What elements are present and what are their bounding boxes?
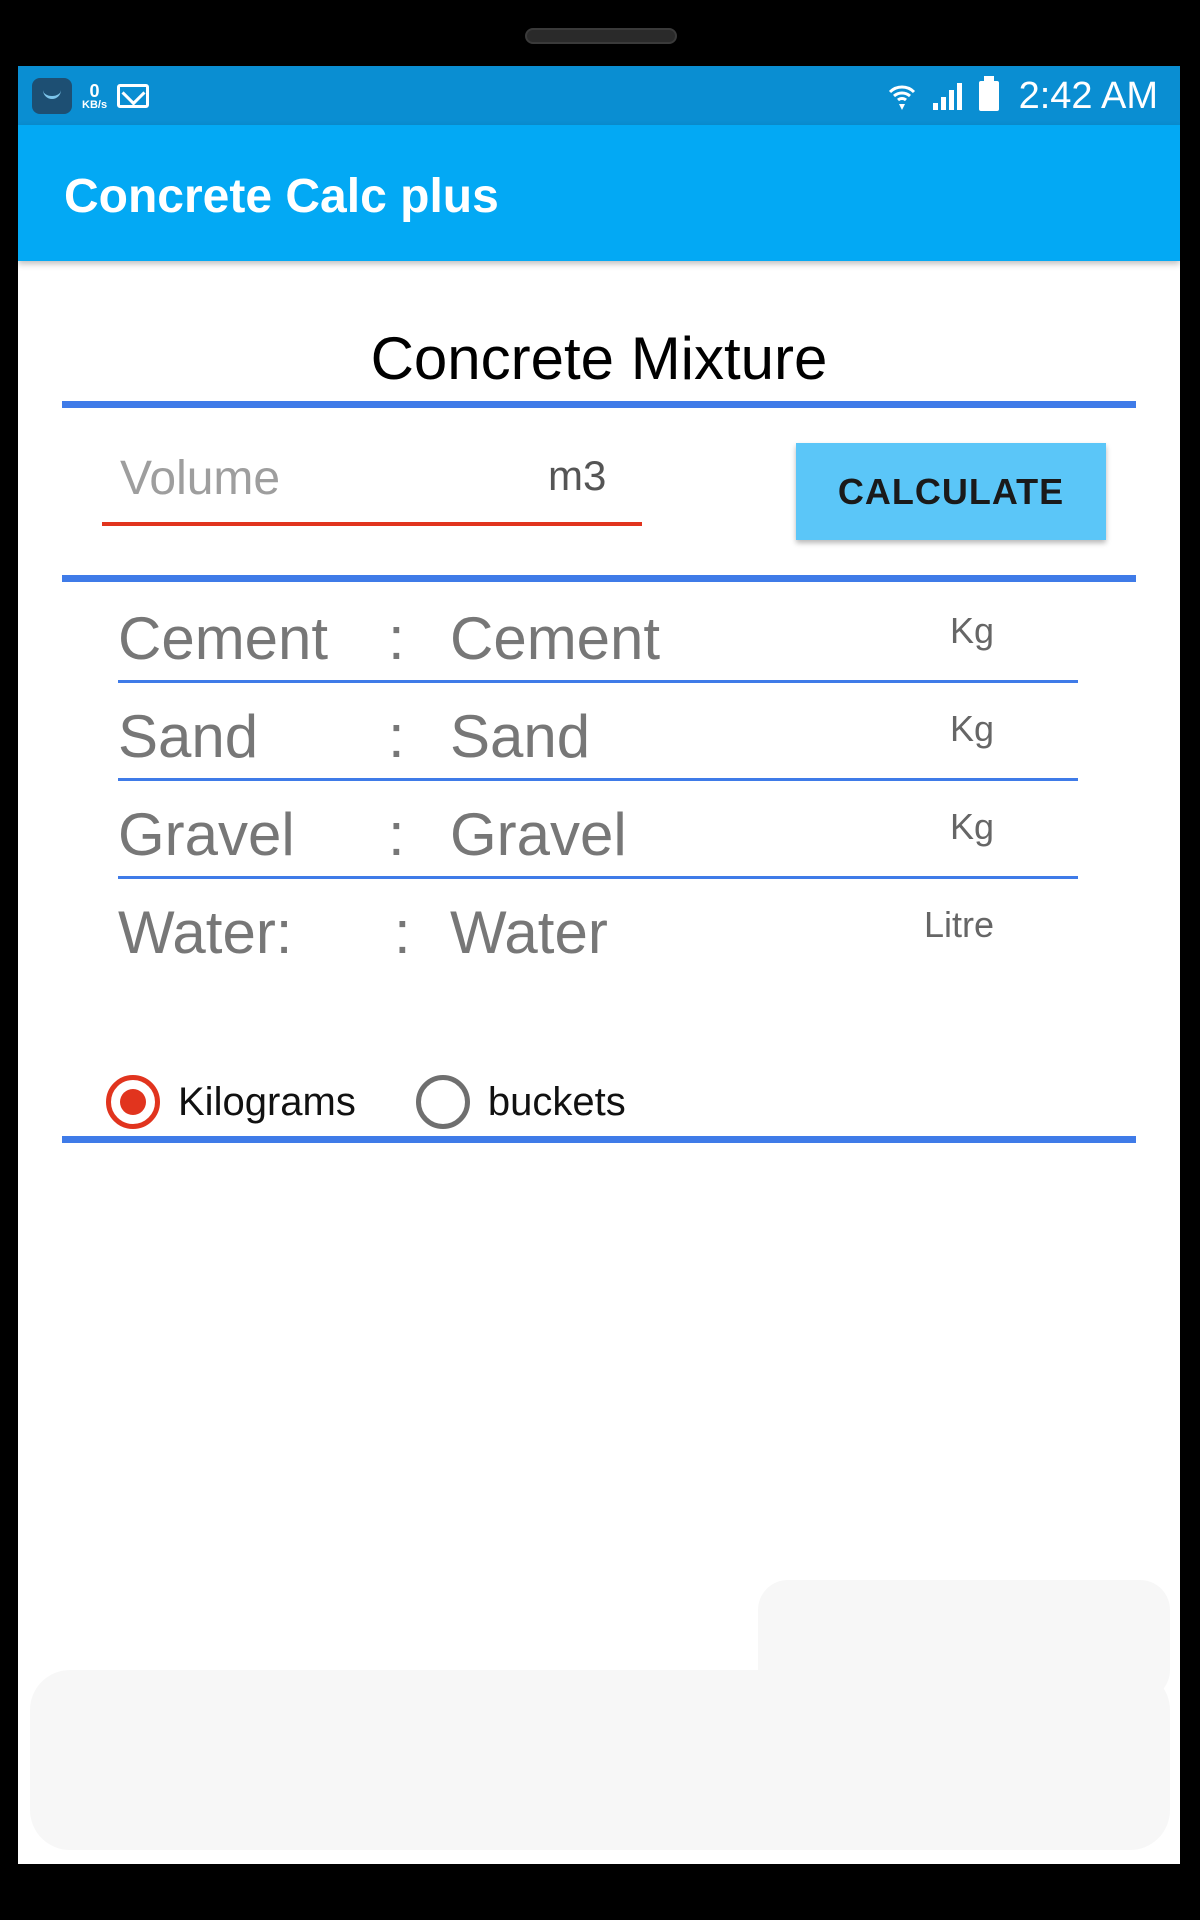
result-row-sand: Sand : Sand Kg bbox=[118, 694, 1078, 781]
gravel-label: Gravel bbox=[118, 801, 295, 868]
shopping-bag-icon bbox=[32, 78, 72, 114]
radio-unchecked-icon[interactable] bbox=[415, 1075, 470, 1129]
sand-colon: : bbox=[388, 703, 405, 770]
cement-colon: : bbox=[388, 605, 405, 672]
cement-label: Cement bbox=[118, 605, 329, 672]
volume-input[interactable] bbox=[120, 448, 440, 508]
result-row-water: Water: : Water Litre bbox=[118, 890, 1078, 974]
calculate-button[interactable]: CALCULATE bbox=[796, 443, 1106, 540]
wifi-icon bbox=[888, 85, 915, 110]
battery-icon bbox=[978, 76, 999, 111]
gravel-value: Gravel bbox=[450, 801, 627, 868]
status-left: 0 KB/s bbox=[32, 76, 150, 116]
signal-icon bbox=[932, 83, 962, 110]
status-clock: 2:42 AM bbox=[1018, 74, 1158, 117]
ad-placeholder-lower bbox=[30, 1670, 1170, 1850]
net-speed-unit: KB/s bbox=[82, 98, 108, 111]
results-divider bbox=[62, 1136, 1136, 1143]
page-title: Concrete Mixture bbox=[370, 325, 828, 392]
app-title: Concrete Calc plus bbox=[64, 170, 499, 223]
radio-kilograms[interactable]: Kilograms bbox=[106, 1075, 356, 1129]
volume-field[interactable]: m3 bbox=[102, 442, 642, 526]
app-bar: Concrete Calc plus bbox=[18, 125, 1180, 261]
sand-unit: Kg bbox=[949, 708, 994, 749]
result-row-gravel: Gravel : Gravel Kg bbox=[118, 792, 1078, 879]
net-speed-value: 0 bbox=[89, 80, 100, 101]
unit-radio-group: Kilograms buckets bbox=[106, 1072, 686, 1132]
sand-value: Sand bbox=[450, 703, 591, 770]
radio-buckets[interactable]: buckets bbox=[415, 1075, 626, 1129]
radio-buckets-label: buckets bbox=[487, 1079, 626, 1124]
water-colon: : bbox=[394, 899, 411, 966]
net-speed: 0 KB/s bbox=[82, 82, 107, 111]
mail-icon bbox=[117, 84, 150, 108]
cement-value: Cement bbox=[450, 605, 661, 672]
status-bar: 0 KB/s 2:42 AM bbox=[18, 66, 1180, 125]
water-value: Water bbox=[450, 899, 608, 966]
cement-unit: Kg bbox=[949, 610, 994, 651]
gravel-colon: : bbox=[388, 801, 405, 868]
device-speaker bbox=[525, 28, 677, 44]
status-right: 2:42 AM bbox=[887, 72, 1158, 120]
input-divider bbox=[62, 575, 1136, 582]
volume-unit: m3 bbox=[548, 452, 607, 499]
phone-screen: 0 KB/s 2:42 AM Concrete Calc plus Concre… bbox=[18, 66, 1180, 1864]
radio-checked-icon[interactable] bbox=[106, 1075, 160, 1129]
radio-kilograms-label: Kilograms bbox=[178, 1079, 356, 1124]
water-unit: Litre bbox=[923, 904, 994, 945]
water-label: Water: bbox=[118, 899, 293, 966]
sand-label: Sand bbox=[118, 703, 259, 770]
result-row-cement: Cement : Cement Kg bbox=[118, 596, 1078, 683]
title-divider bbox=[62, 401, 1136, 408]
gravel-unit: Kg bbox=[949, 806, 994, 847]
